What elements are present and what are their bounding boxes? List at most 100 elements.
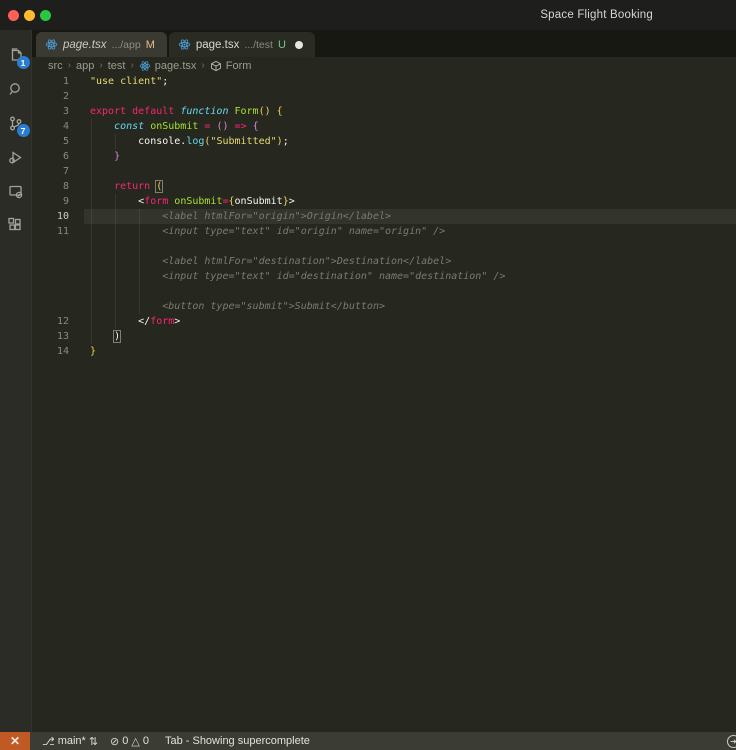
- supercomplete-hint: Tab - Showing supercomplete: [165, 735, 310, 747]
- run-debug-icon: [6, 148, 25, 167]
- code-line[interactable]: </form>: [90, 314, 736, 329]
- line-number: 1: [32, 74, 90, 89]
- react-file-icon: [178, 38, 191, 51]
- code-line[interactable]: [90, 239, 736, 254]
- line-number: 14: [32, 344, 90, 359]
- sidebar-item-extensions[interactable]: [0, 208, 32, 242]
- tab-file-dir: .../test: [244, 39, 273, 51]
- remote-indicator[interactable]: ✕: [0, 732, 30, 750]
- extensions-icon: [6, 216, 25, 235]
- line-number: 9: [32, 194, 90, 209]
- line-number: 7: [32, 164, 90, 179]
- line-number: 5: [32, 134, 90, 149]
- code-line[interactable]: <label htmlFor="destination">Destination…: [90, 254, 736, 269]
- git-status-untracked: U: [278, 39, 286, 51]
- line-number: 11: [32, 224, 90, 239]
- line-number: [32, 254, 90, 269]
- activity-bar: 1 7: [0, 30, 32, 732]
- line-number-gutter: 1234567891011121314: [32, 74, 90, 359]
- problems-status[interactable]: ⊘ 0 △ 0: [110, 735, 149, 748]
- remote-icon: ✕: [10, 734, 20, 748]
- code-line[interactable]: ): [90, 329, 736, 344]
- tab-bar: page.tsx .../app M page.tsx .../test U: [32, 30, 736, 57]
- git-status-modified: M: [146, 39, 155, 51]
- tab-page-tsx-test[interactable]: page.tsx .../test U: [169, 32, 315, 57]
- code-line[interactable]: <input type="text" id="destination" name…: [90, 269, 736, 284]
- zoom-window-button[interactable]: [40, 10, 51, 21]
- sidebar-item-explorer[interactable]: 1: [0, 38, 32, 72]
- minimize-window-button[interactable]: [24, 10, 35, 21]
- tab-file-name: page.tsx: [196, 39, 239, 51]
- line-number: [32, 299, 90, 314]
- line-number: [32, 239, 90, 254]
- breadcrumb-separator: ›: [67, 60, 72, 71]
- sync-icon[interactable]: ⇅: [89, 735, 98, 748]
- code-line[interactable]: export default function Form() {: [90, 104, 736, 119]
- code-line[interactable]: <label htmlFor="origin">Origin</label>: [84, 209, 736, 224]
- tab-file-dir: .../app: [111, 39, 140, 51]
- code-line[interactable]: const onSubmit = () => {: [90, 119, 736, 134]
- indent-guide: [91, 119, 92, 344]
- error-icon: ⊘: [110, 735, 119, 748]
- sidebar-item-source-control[interactable]: 7: [0, 106, 32, 140]
- breadcrumb-separator: ›: [129, 60, 134, 71]
- line-number: 2: [32, 89, 90, 104]
- breadcrumb-item-app[interactable]: app: [76, 60, 94, 72]
- search-icon: [6, 80, 25, 99]
- code-line[interactable]: }: [90, 344, 736, 359]
- warning-icon: △: [131, 735, 139, 748]
- code-line[interactable]: "use client";: [90, 74, 736, 89]
- line-number: 3: [32, 104, 90, 119]
- indent-guide: [139, 209, 140, 314]
- tab-file-name: page.tsx: [63, 39, 106, 51]
- unsaved-changes-dot[interactable]: [295, 41, 303, 49]
- breadcrumb-separator: ›: [200, 60, 205, 71]
- code-line[interactable]: return (: [90, 179, 736, 194]
- symbol-cube-icon: [210, 60, 222, 72]
- code-line[interactable]: }: [90, 149, 736, 164]
- warning-count: 0: [143, 735, 149, 747]
- error-count: 0: [122, 735, 128, 747]
- sidebar-item-run-debug[interactable]: [0, 140, 32, 174]
- line-number: 10: [32, 209, 90, 224]
- code-lines: "use client"; export default function For…: [90, 74, 736, 359]
- breadcrumb-separator: ›: [98, 60, 103, 71]
- line-number: 12: [32, 314, 90, 329]
- branch-icon: ⎇: [42, 735, 55, 748]
- tab-page-tsx-app[interactable]: page.tsx .../app M: [36, 32, 167, 57]
- source-control-badge: 7: [17, 124, 30, 137]
- line-number: [32, 284, 90, 299]
- notification-icon[interactable]: ➜: [727, 735, 736, 748]
- code-line[interactable]: <button type="submit">Submit</button>: [90, 299, 736, 314]
- react-file-icon: [45, 38, 58, 51]
- line-number: 8: [32, 179, 90, 194]
- breadcrumb-item-file[interactable]: page.tsx: [155, 60, 197, 72]
- code-line[interactable]: <input type="text" id="origin" name="ori…: [90, 224, 736, 239]
- line-number: 4: [32, 119, 90, 134]
- code-line[interactable]: [90, 284, 736, 299]
- sidebar-item-search[interactable]: [0, 72, 32, 106]
- breadcrumb-item-symbol[interactable]: Form: [226, 60, 252, 72]
- line-number: [32, 269, 90, 284]
- line-number: 6: [32, 149, 90, 164]
- close-window-button[interactable]: [8, 10, 19, 21]
- breadcrumb: src › app › test › page.tsx › Form: [32, 57, 736, 74]
- explorer-badge: 1: [17, 56, 30, 69]
- code-line[interactable]: <form onSubmit={onSubmit}>: [90, 194, 736, 209]
- react-file-icon: [139, 60, 151, 72]
- line-number: 13: [32, 329, 90, 344]
- code-editor[interactable]: 1234567891011121314 "use client";export …: [32, 74, 736, 732]
- code-line[interactable]: console.log("Submitted");: [90, 134, 736, 149]
- title-bar: Space Flight Booking: [0, 0, 736, 30]
- window-title: Space Flight Booking: [540, 9, 653, 21]
- breadcrumb-item-src[interactable]: src: [48, 60, 63, 72]
- remote-window-icon: [6, 182, 25, 201]
- branch-name: main*: [58, 735, 86, 747]
- breadcrumb-item-test[interactable]: test: [108, 60, 126, 72]
- indent-guide: [115, 134, 116, 149]
- code-line[interactable]: [90, 89, 736, 104]
- branch-status[interactable]: ⎇ main* ⇅: [42, 735, 98, 748]
- sidebar-item-remote-explorer[interactable]: [0, 174, 32, 208]
- indent-guide: [115, 194, 116, 329]
- code-line[interactable]: [90, 164, 736, 179]
